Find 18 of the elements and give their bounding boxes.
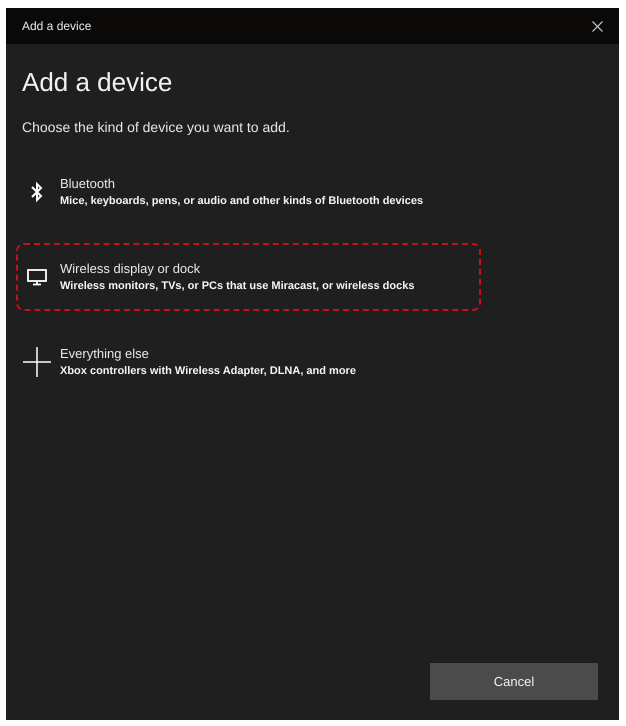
close-icon [592,20,602,32]
option-title: Bluetooth [60,175,115,193]
window-title: Add a device [22,18,92,35]
monitor-icon [27,268,47,286]
device-option[interactable]: Everything else Xbox controllers with Wireless Adapter, DLNA, and more [16,328,481,396]
bluetooth-icon [31,182,43,202]
option-title: Wireless display or dock [60,260,200,278]
dialog-heading: Add a device [22,66,172,98]
device-option[interactable]: Wireless display or dock Wireless monitors, TVs, or PCs that use Miracast, or wireless docks [16,243,481,311]
option-description: Wireless monitors, TVs, or PCs that use Miracast, or wireless docks [60,279,414,294]
close-button[interactable] [589,18,605,34]
option-title: Everything else [60,345,149,363]
dialog-subtitle: Choose the kind of device you want to add. [22,118,290,137]
option-description: Mice, keyboards, pens, or audio and other kinds of Bluetooth devices [60,194,424,209]
option-description: Xbox controllers with Wireless Adapter, DLNA, and more [60,364,356,379]
device-option[interactable]: Bluetooth Mice, keyboards, pens, or audio and other kinds of Bluetooth devices [16,158,481,226]
cancel-button[interactable]: Cancel [430,663,598,700]
plus-icon [23,347,51,377]
